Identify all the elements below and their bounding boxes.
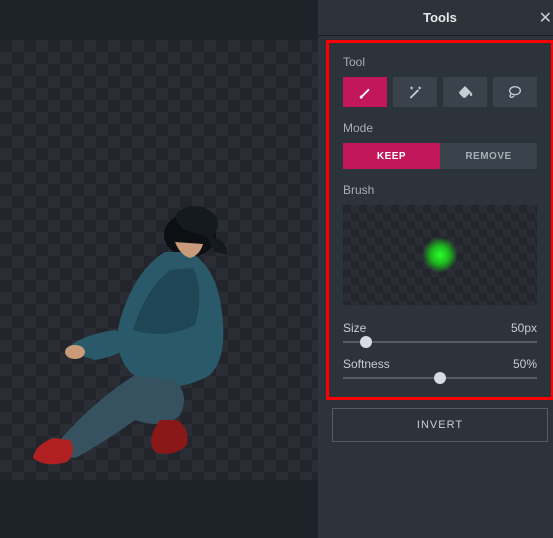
lasso-icon (507, 84, 523, 100)
keep-mode-button[interactable]: KEEP (343, 143, 440, 169)
mode-selector-row: KEEP REMOVE (343, 143, 537, 169)
magic-wand-tool-button[interactable] (393, 77, 437, 107)
highlighted-tools-region: Tool Mode KEEP REMOVE Brush (326, 40, 553, 400)
transparency-checkerboard[interactable] (0, 40, 318, 480)
canvas-area (0, 0, 318, 538)
brush-section-label: Brush (343, 183, 537, 197)
panel-title: Tools (423, 10, 457, 25)
softness-slider[interactable] (343, 377, 537, 379)
brush-preview (343, 205, 537, 305)
subject-image (5, 180, 295, 470)
softness-value: 50% (513, 357, 537, 371)
mode-section-label: Mode (343, 121, 537, 135)
softness-label: Softness (343, 357, 390, 371)
tool-section-label: Tool (343, 55, 537, 69)
bucket-icon (457, 84, 473, 100)
size-slider-thumb[interactable] (360, 336, 372, 348)
size-slider-row: Size 50px (343, 321, 537, 343)
bucket-tool-button[interactable] (443, 77, 487, 107)
size-slider[interactable] (343, 341, 537, 343)
softness-slider-thumb[interactable] (434, 372, 446, 384)
invert-button[interactable]: INVERT (332, 408, 548, 442)
tool-selector-row (343, 77, 537, 107)
lasso-tool-button[interactable] (493, 77, 537, 107)
size-label: Size (343, 321, 366, 335)
tools-panel: Tools ✕ Tool Mode KEEP REMOVE Brush (318, 0, 553, 538)
close-icon[interactable]: ✕ (539, 8, 552, 28)
magic-wand-icon (407, 84, 423, 100)
remove-mode-button[interactable]: REMOVE (440, 143, 537, 169)
brush-icon (357, 84, 373, 100)
brush-tool-button[interactable] (343, 77, 387, 107)
size-value: 50px (511, 321, 537, 335)
softness-slider-row: Softness 50% (343, 357, 537, 379)
panel-header: Tools ✕ (318, 0, 553, 36)
brush-preview-dot (422, 237, 458, 273)
